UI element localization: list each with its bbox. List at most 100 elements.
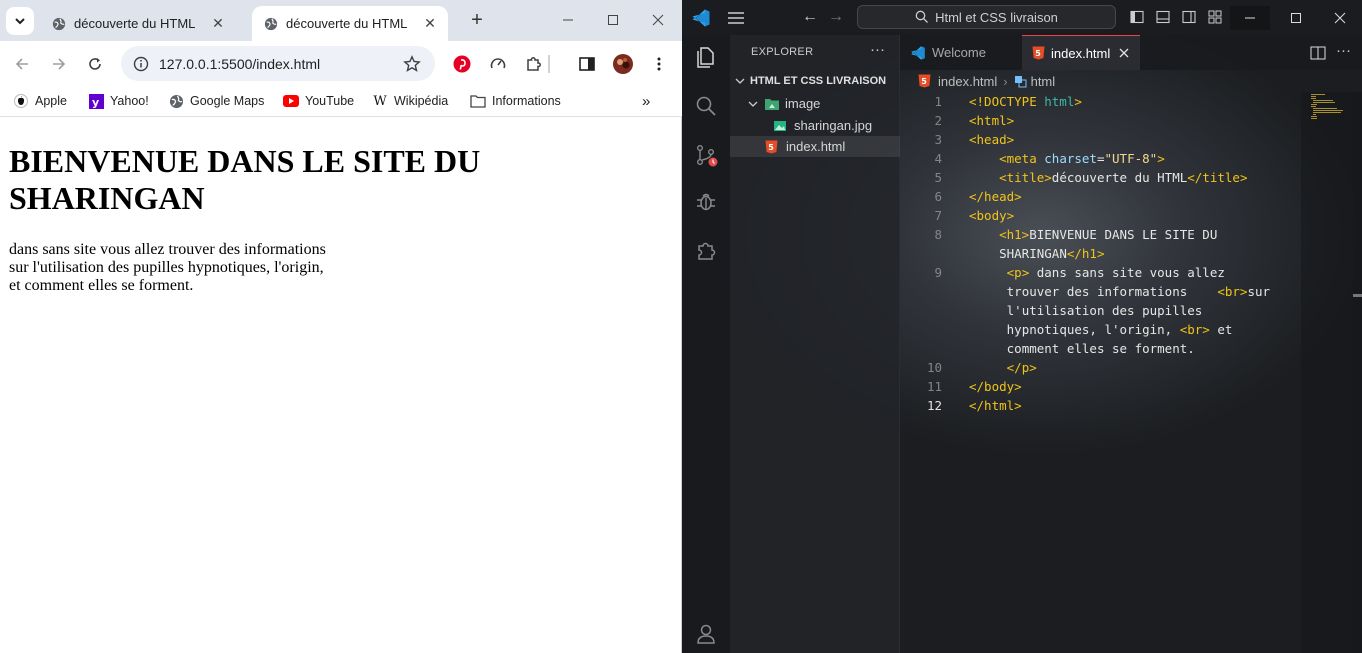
editor-tab-bar: Welcome 5 index.html ··· bbox=[900, 35, 1362, 70]
bookmark-apple[interactable]: Apple bbox=[13, 93, 67, 109]
pinterest-extension-button[interactable] bbox=[451, 53, 473, 75]
maximize-button[interactable] bbox=[593, 8, 633, 32]
bookmark-youtube[interactable]: YouTube bbox=[283, 93, 354, 109]
minimize-button[interactable] bbox=[548, 8, 588, 32]
editor-tab-label: Welcome bbox=[932, 45, 986, 60]
arrow-left-icon[interactable]: ← bbox=[802, 8, 818, 26]
source-control-icon[interactable] bbox=[694, 143, 718, 167]
html5-file-icon: 5 bbox=[1032, 46, 1045, 60]
explorer-files-icon[interactable] bbox=[694, 45, 718, 69]
browser-tab-1[interactable]: découverte du HTML ✕ bbox=[40, 6, 236, 41]
vscode-minimize-button[interactable] bbox=[1230, 6, 1270, 30]
tree-item-index-html[interactable]: 5 index.html bbox=[730, 136, 900, 157]
image-file-icon bbox=[774, 120, 786, 131]
bookmark-label: YouTube bbox=[305, 94, 355, 108]
bookmark-informations-folder[interactable]: Informations bbox=[470, 93, 561, 109]
bookmark-star-icon[interactable] bbox=[403, 54, 421, 73]
url-text[interactable]: 127.0.0.1:5500/index.html bbox=[159, 56, 403, 72]
code-line-wrap: comment elles se forment. bbox=[1006, 341, 1195, 356]
browser-tab-2[interactable]: découverte du HTML ✕ bbox=[252, 6, 448, 41]
profile-avatar[interactable] bbox=[612, 53, 634, 75]
workspace-root-folder[interactable]: HTML ET CSS LIVRAISON bbox=[730, 71, 900, 91]
code-line: <title>découverte du HTML</title> bbox=[999, 170, 1248, 185]
tree-item-sharingan-jpg[interactable]: sharingan.jpg bbox=[730, 115, 900, 136]
svg-text:5: 5 bbox=[1035, 49, 1041, 58]
menu-icon[interactable] bbox=[726, 10, 746, 26]
browser-menu-button[interactable] bbox=[648, 53, 670, 75]
minimap[interactable] bbox=[1301, 92, 1353, 653]
run-and-debug-icon[interactable] bbox=[694, 190, 718, 214]
youtube-icon bbox=[283, 93, 299, 109]
back-button[interactable] bbox=[10, 52, 34, 76]
minimap-preview bbox=[1311, 94, 1343, 119]
forward-button[interactable] bbox=[47, 52, 71, 76]
line-number: 10 bbox=[926, 360, 942, 375]
folder-icon bbox=[470, 93, 486, 109]
side-panel-button[interactable] bbox=[576, 53, 598, 75]
command-center[interactable]: Html et CSS livraison bbox=[857, 5, 1116, 29]
close-window-button[interactable] bbox=[638, 8, 678, 32]
activity-bar bbox=[682, 35, 730, 653]
arrow-right-icon[interactable]: → bbox=[828, 8, 844, 26]
close-icon bbox=[652, 14, 664, 26]
code-line-wrap: l'utilisation des pupilles bbox=[1006, 303, 1203, 318]
toggle-secondary-sidebar-icon[interactable] bbox=[1182, 10, 1196, 24]
vscode-logo-icon bbox=[692, 9, 710, 27]
arrow-right-icon bbox=[53, 58, 66, 70]
speedometer-icon bbox=[490, 58, 506, 69]
extensions-button[interactable] bbox=[523, 53, 545, 75]
close-icon[interactable] bbox=[1118, 47, 1130, 59]
close-icon bbox=[1334, 12, 1346, 24]
tree-item-image-folder[interactable]: image bbox=[730, 93, 900, 114]
vscode-close-button[interactable] bbox=[1320, 6, 1360, 30]
more-horizontal-icon[interactable]: ··· bbox=[870, 41, 885, 58]
bookmark-wikipedia[interactable]: W Wikipédia bbox=[372, 93, 448, 109]
toggle-primary-sidebar-icon[interactable] bbox=[1130, 10, 1144, 24]
performance-extension-button[interactable] bbox=[487, 53, 509, 75]
chevron-double-right-icon: » bbox=[642, 93, 651, 110]
code-line-wrap: trouver des informations <br>sur bbox=[1006, 284, 1271, 299]
scrollbar-thumb[interactable] bbox=[1353, 294, 1362, 297]
vscode-window: ← → Html et CSS livraison EXPLORER ··· H… bbox=[682, 0, 1362, 653]
close-icon[interactable]: ✕ bbox=[422, 15, 438, 32]
breadcrumb-file[interactable]: index.html bbox=[938, 74, 997, 89]
code-line: <!DOCTYPE html> bbox=[969, 94, 1082, 109]
editor-tab-index-html[interactable]: 5 index.html bbox=[1022, 35, 1140, 70]
extensions-icon[interactable] bbox=[694, 238, 718, 262]
avatar-icon bbox=[613, 54, 633, 74]
reload-button[interactable] bbox=[83, 52, 107, 76]
editor-scrollbar[interactable] bbox=[1353, 92, 1362, 653]
code-editor[interactable]: 1 2 3 4 5 6 7 8 9 10 11 12 <!DOCTYPE htm… bbox=[900, 92, 1300, 653]
address-bar[interactable]: 127.0.0.1:5500/index.html bbox=[121, 46, 435, 81]
bookmarks-overflow-button[interactable]: » bbox=[642, 93, 650, 110]
code-line: <html> bbox=[969, 113, 1015, 128]
code-line-wrap: SHARINGAN</h1> bbox=[999, 246, 1105, 261]
browser-toolbar: 127.0.0.1:5500/index.html bbox=[0, 41, 682, 87]
bookmark-google-maps[interactable]: Google Maps bbox=[168, 93, 264, 109]
breadcrumb-symbol[interactable]: html bbox=[1031, 74, 1056, 89]
maximize-icon bbox=[608, 15, 618, 25]
code-line: <h1>BIENVENUE DANS LE SITE DU bbox=[999, 227, 1218, 242]
close-icon[interactable]: ✕ bbox=[210, 15, 226, 32]
editor-tab-welcome[interactable]: Welcome bbox=[900, 35, 1020, 70]
toolbar-divider bbox=[548, 55, 550, 73]
command-center-label: Html et CSS livraison bbox=[935, 9, 1058, 25]
bookmark-label: Apple bbox=[35, 94, 67, 108]
svg-text:5: 5 bbox=[921, 77, 927, 86]
tree-item-label: image bbox=[785, 96, 821, 111]
vscode-maximize-button[interactable] bbox=[1276, 6, 1316, 30]
accounts-icon[interactable] bbox=[694, 622, 718, 646]
paragraph-line: sur l'utilisation des pupilles hypnotiqu… bbox=[9, 259, 324, 276]
customize-layout-icon[interactable] bbox=[1208, 10, 1222, 24]
split-editor-icon[interactable] bbox=[1310, 46, 1326, 60]
minimize-icon bbox=[1245, 17, 1255, 19]
toggle-panel-icon[interactable] bbox=[1156, 10, 1170, 24]
tab-search-button[interactable] bbox=[6, 7, 34, 35]
line-number: 1 bbox=[934, 94, 942, 109]
tree-item-label: index.html bbox=[786, 139, 846, 154]
search-icon[interactable] bbox=[694, 94, 718, 118]
info-icon[interactable] bbox=[133, 56, 149, 72]
new-tab-button[interactable]: + bbox=[466, 10, 488, 32]
bookmark-yahoo[interactable]: y Yahoo! bbox=[88, 93, 149, 109]
more-horizontal-icon[interactable]: ··· bbox=[1336, 42, 1351, 59]
